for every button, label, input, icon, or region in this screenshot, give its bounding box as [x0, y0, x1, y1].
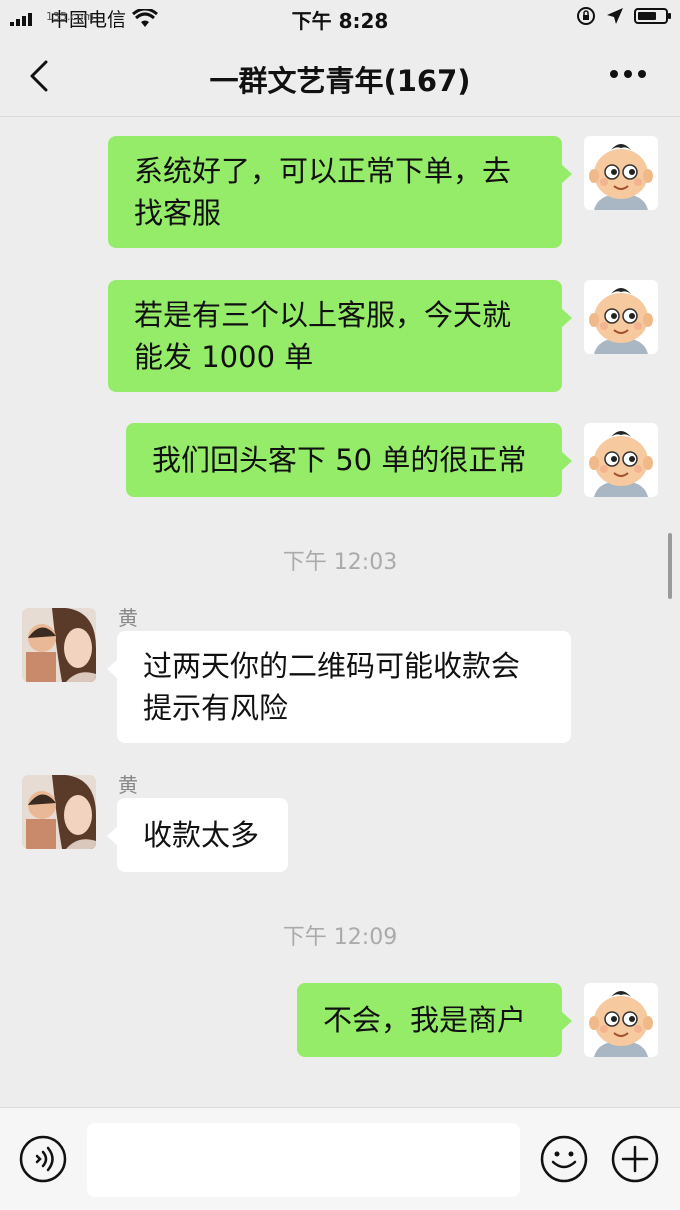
- avatar[interactable]: [584, 423, 658, 497]
- battery-icon: [634, 8, 671, 24]
- cartoon-boy-avatar-icon: [584, 280, 658, 354]
- message-line: 系统好了，可以正常下单，去: [134, 154, 512, 188]
- message-line: 我们回头客下 50 单的很正常: [152, 443, 527, 477]
- message-line: 提示有风险: [143, 691, 289, 725]
- message-input[interactable]: [87, 1123, 520, 1197]
- avatar[interactable]: [584, 983, 658, 1057]
- avatar[interactable]: [584, 280, 658, 354]
- message-line: 能发 1000 单: [134, 340, 314, 374]
- message-bubble[interactable]: 系统好了，可以正常下单，去 找客服: [108, 136, 572, 248]
- battery-level: [638, 12, 656, 20]
- cartoon-boy-avatar-icon: [584, 136, 658, 210]
- avatar[interactable]: [22, 608, 96, 682]
- message-bubble[interactable]: 若是有三个以上客服，今天就 能发 1000 单: [108, 280, 572, 392]
- message-bubble[interactable]: 收款太多: [107, 798, 288, 872]
- plus-icon[interactable]: [610, 1134, 660, 1184]
- location-icon: [607, 8, 623, 24]
- scrollbar[interactable]: [668, 533, 672, 599]
- woman-with-baby-avatar-icon: [22, 775, 96, 849]
- cartoon-boy-avatar-icon: [584, 423, 658, 497]
- emoji-icon[interactable]: [539, 1134, 589, 1184]
- orientation-lock-icon: [577, 7, 595, 25]
- avatar[interactable]: [584, 136, 658, 210]
- message-line: 找客服: [134, 196, 222, 230]
- chat-header: 一群文艺青年(167): [0, 36, 680, 117]
- message-line: 收款太多: [143, 818, 260, 852]
- message-bubble[interactable]: 我们回头客下 50 单的很正常: [126, 423, 572, 497]
- chat-timestamp: 下午 12:09: [282, 925, 398, 950]
- message-line: 过两天你的二维码可能收款会: [143, 649, 521, 683]
- avatar[interactable]: [22, 775, 96, 849]
- cartoon-boy-avatar-icon: [584, 983, 658, 1057]
- chat-timestamp: 下午 12:03: [282, 550, 398, 575]
- more-dots-icon[interactable]: [608, 62, 648, 86]
- woman-with-baby-avatar-icon: [22, 608, 96, 682]
- status-icons: [576, 6, 671, 26]
- voice-icon[interactable]: [18, 1134, 68, 1184]
- message-line: 不会，我是商户: [323, 1003, 527, 1037]
- status-bar: 中国电信 135.com 下午 8:28: [0, 0, 680, 36]
- chat-input-bar: [0, 1107, 680, 1210]
- chat-title: 一群文艺青年(167): [209, 64, 471, 98]
- message-line: 若是有三个以上客服，今天就: [134, 298, 512, 332]
- message-bubble[interactable]: 过两天你的二维码可能收款会 提示有风险: [107, 631, 571, 743]
- message-bubble[interactable]: 不会，我是商户: [297, 983, 572, 1057]
